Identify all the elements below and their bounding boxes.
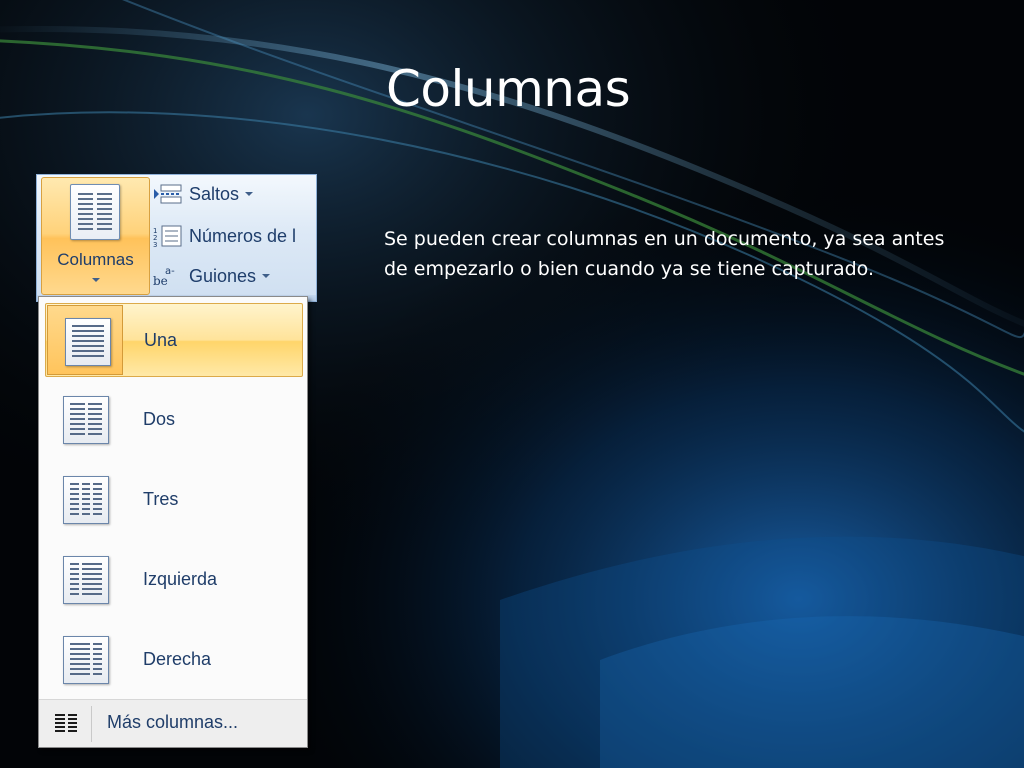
- menu-item-right-column[interactable]: Derecha: [45, 623, 303, 697]
- breaks-label: Saltos: [189, 183, 240, 204]
- chevron-down-icon: [91, 278, 100, 282]
- hyphenation-label: Guiones: [189, 265, 257, 286]
- hyphenation-button[interactable]: a- be Guiones: [153, 261, 271, 291]
- menu-item-icon-frame: [47, 305, 123, 375]
- right-column-icon: [63, 636, 109, 684]
- hyphenation-icon: a- be: [153, 265, 183, 288]
- svg-text:be: be: [153, 274, 168, 287]
- three-columns-icon: [63, 476, 109, 524]
- chevron-down-icon: [245, 192, 254, 196]
- breaks-icon: [153, 183, 183, 205]
- svg-text:3: 3: [153, 241, 157, 247]
- menu-item-label: Tres: [143, 489, 179, 509]
- more-columns-icon: [55, 714, 77, 732]
- menu-item-label: Dos: [143, 409, 176, 429]
- columns-button[interactable]: Columnas: [41, 177, 150, 295]
- columns-icon: [70, 184, 120, 240]
- menu-item-label: Una: [144, 330, 178, 350]
- menu-item-icon-frame: [46, 384, 122, 454]
- menu-item-icon-frame: [46, 624, 122, 694]
- more-columns-button[interactable]: Más columnas...: [39, 700, 307, 747]
- menu-item-three-columns[interactable]: Tres: [45, 463, 303, 537]
- menu-divider: [91, 706, 92, 742]
- line-numbers-label: Números de l: [189, 225, 297, 246]
- page-layout-ribbon: Columnas Saltos 1 2 3 Números de l a- be…: [36, 174, 317, 302]
- menu-item-icon-frame: [46, 464, 122, 534]
- columns-button-label: Columnas: [57, 250, 134, 269]
- slide-body-text: Se pueden crear columnas en un documento…: [384, 228, 945, 280]
- menu-item-two-columns[interactable]: Dos: [45, 383, 303, 457]
- menu-item-label: Derecha: [143, 649, 212, 669]
- breaks-button[interactable]: Saltos: [153, 179, 254, 209]
- chevron-down-icon: [262, 274, 271, 278]
- more-columns-label: Más columnas...: [107, 712, 239, 732]
- columns-dropdown-menu: Una Dos Tres Izquierda Derecha Más colum…: [38, 296, 308, 748]
- two-columns-icon: [63, 396, 109, 444]
- menu-item-left-column[interactable]: Izquierda: [45, 543, 303, 617]
- line-numbers-icon: 1 2 3: [153, 225, 183, 249]
- menu-item-label: Izquierda: [143, 569, 218, 589]
- one-column-icon: [65, 318, 111, 366]
- line-numbers-button[interactable]: 1 2 3 Números de l: [153, 221, 296, 251]
- left-column-icon: [63, 556, 109, 604]
- menu-item-one-column[interactable]: Una: [45, 303, 303, 377]
- menu-item-icon-frame: [46, 544, 122, 614]
- slide-title: Columnas: [386, 60, 631, 118]
